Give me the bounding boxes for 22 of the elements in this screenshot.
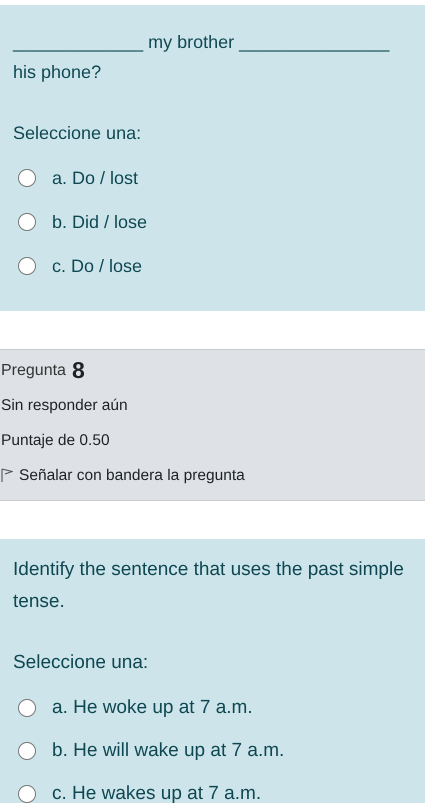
option-label[interactable]: a. Do / lost bbox=[52, 168, 138, 188]
score-text: Puntaje de 0.50 bbox=[1, 432, 110, 450]
radio-button[interactable] bbox=[18, 257, 36, 275]
option-label[interactable]: c. He wakes up at 7 a.m. bbox=[52, 782, 262, 803]
radio-button[interactable] bbox=[18, 698, 36, 716]
status-text: Sin responder aún bbox=[1, 396, 128, 414]
question-number: 8 bbox=[72, 357, 85, 384]
flag-question-link[interactable]: Señalar con bandera la pregunta bbox=[19, 466, 245, 484]
prompt-label: Seleccione una: bbox=[13, 651, 150, 675]
option-label[interactable]: c. Do / lose bbox=[52, 256, 142, 276]
flag-icon[interactable] bbox=[1, 468, 13, 483]
radio-button[interactable] bbox=[18, 742, 36, 760]
question-text: _____________ my brother _______________ his phone? bbox=[13, 31, 391, 84]
radio-button[interactable] bbox=[18, 213, 36, 231]
option-label[interactable]: b. He will wake up at 7 a.m. bbox=[52, 740, 284, 762]
question-text: Identify the sentence that uses the past simple tense. bbox=[13, 558, 405, 614]
prompt-label: Seleccione una: bbox=[13, 122, 142, 145]
radio-button[interactable] bbox=[18, 169, 36, 187]
radio-button[interactable] bbox=[18, 784, 36, 802]
question-label: Pregunta bbox=[1, 362, 66, 380]
option-label[interactable]: a. He woke up at 7 a.m. bbox=[52, 696, 253, 718]
option-label[interactable]: b. Did / lose bbox=[52, 212, 148, 232]
